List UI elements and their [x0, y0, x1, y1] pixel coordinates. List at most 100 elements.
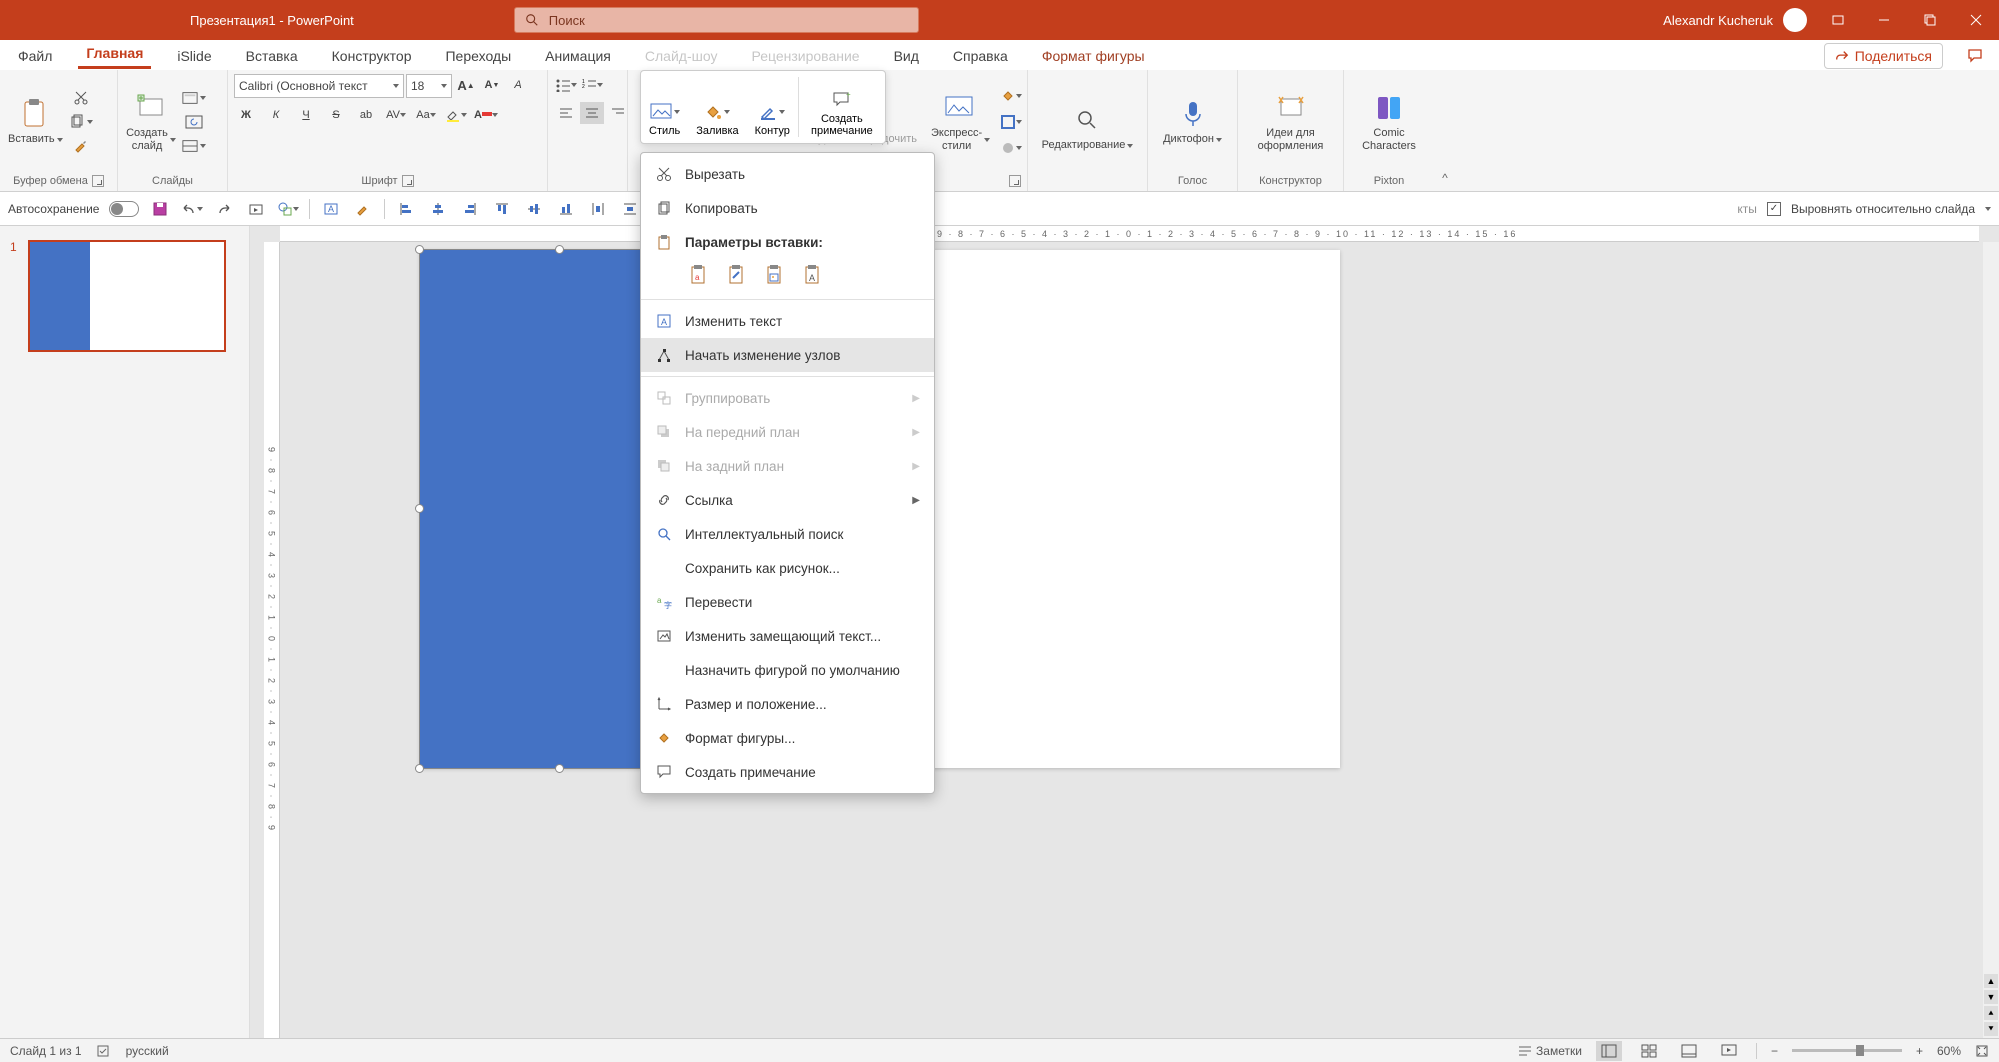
strikethrough-button[interactable]: S	[324, 104, 348, 126]
tab-slideshow[interactable]: Слайд-шоу	[637, 42, 726, 69]
fit-to-window-button[interactable]	[1975, 1044, 1989, 1058]
highlight-button[interactable]	[444, 104, 468, 126]
start-from-beginning-button[interactable]	[245, 198, 267, 220]
slide-thumbnails-pane[interactable]: 1	[0, 226, 250, 1038]
reset-button[interactable]	[182, 111, 206, 133]
quick-styles-button[interactable]: Экспресс-стили	[929, 91, 989, 151]
align-right-qat[interactable]	[459, 198, 481, 220]
distribute-h-qat[interactable]	[587, 198, 609, 220]
scroll-up-icon[interactable]: ▲	[1984, 974, 1998, 988]
font-dialog-launcher[interactable]	[402, 175, 414, 187]
char-spacing-button[interactable]: AV	[384, 104, 408, 126]
align-relative-checkbox[interactable]: ✓	[1767, 202, 1781, 216]
zoom-level[interactable]: 60%	[1937, 1044, 1961, 1058]
align-center-button[interactable]	[580, 102, 604, 124]
drawing-dialog-launcher[interactable]	[1009, 175, 1021, 187]
autosave-toggle[interactable]	[109, 201, 139, 217]
ctx-cut[interactable]: Вырезать	[641, 157, 934, 191]
shape-effects-button[interactable]	[999, 137, 1023, 159]
format-painter-qat[interactable]	[352, 198, 374, 220]
layout-button[interactable]	[182, 87, 206, 109]
tab-islide[interactable]: iSlide	[169, 42, 219, 69]
ctx-translate[interactable]: a字 Перевести	[641, 585, 934, 619]
font-size-combo[interactable]: 18	[406, 74, 452, 98]
comments-button[interactable]	[1961, 43, 1989, 69]
account-button[interactable]: Alexandr Kucheruk	[1663, 8, 1807, 32]
maximize-button[interactable]	[1907, 0, 1953, 40]
vertical-scrollbar[interactable]: ▲ ▼ ⯅ ⯆	[1983, 242, 1999, 1038]
slide-sorter-view-button[interactable]	[1636, 1041, 1662, 1061]
numbering-button[interactable]: 12	[580, 74, 604, 96]
ctx-new-comment[interactable]: Создать примечание	[641, 755, 934, 789]
clear-formatting-button[interactable]: A	[506, 74, 530, 96]
shapes-qat-button[interactable]	[277, 198, 299, 220]
distribute-v-qat[interactable]	[619, 198, 641, 220]
tab-design[interactable]: Конструктор	[324, 42, 420, 69]
section-button[interactable]	[182, 135, 206, 157]
dictate-button[interactable]: Диктофон	[1161, 97, 1224, 145]
tab-transitions[interactable]: Переходы	[437, 42, 519, 69]
tab-shape-format[interactable]: Формат фигуры	[1034, 42, 1153, 69]
format-painter-button[interactable]	[69, 135, 93, 157]
align-left-qat[interactable]	[395, 198, 417, 220]
zoom-in-button[interactable]: +	[1916, 1044, 1923, 1058]
tab-file[interactable]: Файл	[10, 42, 60, 69]
mini-new-comment-button[interactable]: + Создать примечание	[799, 71, 885, 143]
mini-style-button[interactable]: Стиль	[641, 71, 688, 143]
ctx-edit-points[interactable]: Начать изменение узлов	[641, 338, 934, 372]
paste-keep-source-formatting[interactable]	[723, 261, 751, 289]
ctx-size-and-position[interactable]: Размер и положение...	[641, 687, 934, 721]
reading-view-button[interactable]	[1676, 1041, 1702, 1061]
change-case-button[interactable]: Aa	[414, 104, 438, 126]
shape-outline-button[interactable]	[999, 111, 1023, 133]
align-center-h-qat[interactable]	[427, 198, 449, 220]
normal-view-button[interactable]	[1596, 1041, 1622, 1061]
mini-outline-button[interactable]: Контур	[747, 71, 798, 143]
paste-picture[interactable]	[761, 261, 789, 289]
decrease-font-button[interactable]: A▼	[480, 74, 504, 96]
comic-characters-button[interactable]: Comic Characters	[1352, 91, 1426, 151]
zoom-out-button[interactable]: −	[1771, 1044, 1778, 1058]
bold-button[interactable]: Ж	[234, 104, 258, 126]
search-box[interactable]: Поиск	[514, 7, 919, 33]
share-button[interactable]: Поделиться	[1824, 43, 1943, 69]
tab-insert[interactable]: Вставка	[238, 42, 306, 69]
slide-thumbnail-1[interactable]	[28, 240, 226, 352]
font-family-combo[interactable]: Calibri (Основной текст	[234, 74, 404, 98]
close-button[interactable]	[1953, 0, 1999, 40]
ctx-edit-text[interactable]: A Изменить текст	[641, 304, 934, 338]
design-ideas-button[interactable]: Идеи для оформления	[1249, 91, 1333, 151]
slide-counter[interactable]: Слайд 1 из 1	[10, 1044, 82, 1058]
align-bottom-qat[interactable]	[555, 198, 577, 220]
tab-home[interactable]: Главная	[78, 39, 151, 69]
ctx-link[interactable]: Ссылка ▶	[641, 483, 934, 517]
tab-animations[interactable]: Анимация	[537, 42, 619, 69]
clipboard-dialog-launcher[interactable]	[92, 175, 104, 187]
ribbon-display-options[interactable]	[1815, 0, 1861, 40]
qat-customize-dropdown[interactable]	[1985, 207, 1991, 211]
bullets-button[interactable]	[554, 74, 578, 96]
minimize-button[interactable]	[1861, 0, 1907, 40]
slide-editor[interactable]: 16 · 15 · 14 · 13 · 12 · 11 · 10 · 9 · 8…	[250, 226, 1999, 1038]
collapse-ribbon-button[interactable]: ^	[1442, 171, 1448, 185]
ctx-format-shape[interactable]: Формат фигуры...	[641, 721, 934, 755]
cut-button[interactable]	[69, 87, 93, 109]
spell-check-icon[interactable]	[96, 1044, 112, 1058]
align-top-qat[interactable]	[491, 198, 513, 220]
textbox-qat-button[interactable]: A	[320, 198, 342, 220]
language-indicator[interactable]: русский	[126, 1044, 169, 1058]
next-slide-icon[interactable]: ⯆	[1984, 1022, 1998, 1036]
align-right-button[interactable]	[606, 102, 630, 124]
undo-button[interactable]	[181, 198, 203, 220]
notes-button[interactable]: Заметки	[1518, 1044, 1582, 1058]
tab-view[interactable]: Вид	[886, 42, 927, 69]
new-slide-button[interactable]: Создать слайд	[124, 91, 178, 151]
ctx-alt-text[interactable]: Изменить замещающий текст...	[641, 619, 934, 653]
scroll-down-icon[interactable]: ▼	[1984, 990, 1998, 1004]
align-left-button[interactable]	[554, 102, 578, 124]
redo-button[interactable]	[213, 198, 235, 220]
slideshow-view-button[interactable]	[1716, 1041, 1742, 1061]
mini-fill-button[interactable]: Заливка	[688, 71, 746, 143]
shape-fill-button[interactable]	[999, 85, 1023, 107]
save-button[interactable]	[149, 198, 171, 220]
